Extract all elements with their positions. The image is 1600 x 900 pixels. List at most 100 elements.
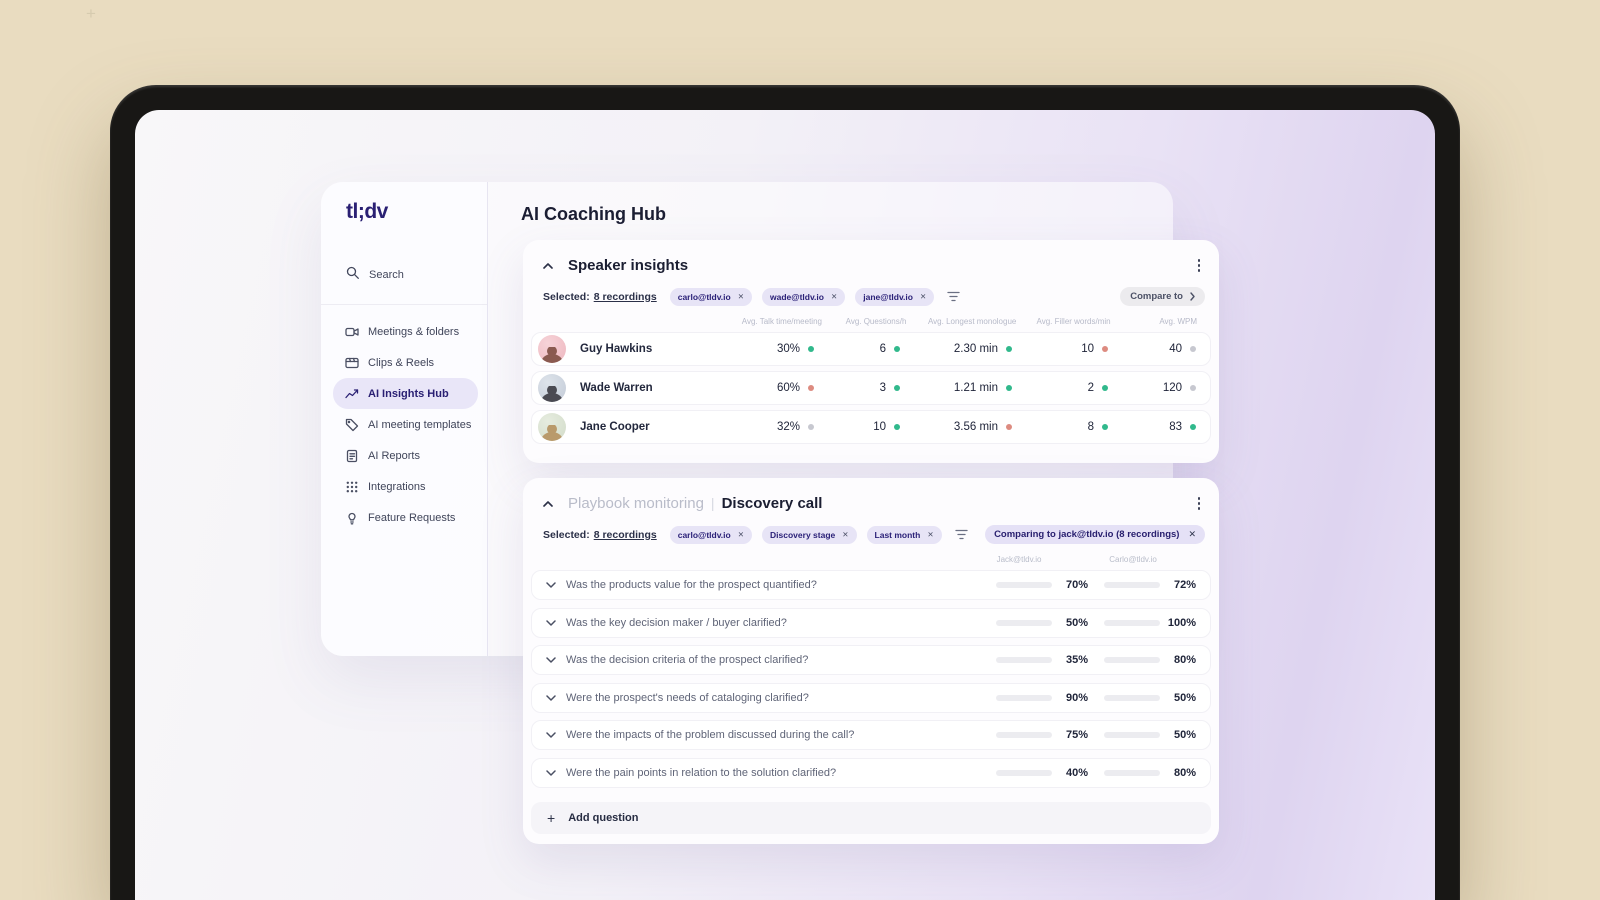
question-row[interactable]: Were the pain points in relation to the …: [531, 757, 1211, 788]
filter-lines-icon[interactable]: [954, 529, 968, 540]
filter-chip-jane[interactable]: jane@tldv.io ✕: [855, 287, 935, 306]
close-icon[interactable]: ✕: [927, 530, 933, 539]
playbook-question-rows: Was the products value for the prospect …: [531, 570, 1211, 795]
collapse-chevron-up-icon[interactable]: [543, 256, 553, 274]
playbook-filter-row: Selected: 8 recordings carlo@tldv.io ✕ Di…: [543, 525, 1205, 544]
speaker-column-headers: Avg. Talk time/meeting Avg. Questions/h …: [551, 317, 1197, 326]
chip-label: Last month: [874, 529, 921, 540]
selected-recordings-link[interactable]: 8 recordings: [594, 529, 657, 541]
close-icon[interactable]: ✕: [831, 292, 837, 301]
progress-bar-left: [996, 582, 1052, 588]
progress-bar-right: [1104, 769, 1160, 776]
speaker-insights-header: Speaker insights: [543, 256, 1205, 275]
metric-value: 2.30 min: [953, 343, 998, 355]
page-title: AI Coaching Hub: [521, 204, 666, 224]
kebab-menu-icon[interactable]: [1193, 494, 1206, 513]
filter-chip-discovery-stage[interactable]: Discovery stage ✕: [762, 525, 857, 544]
question-row[interactable]: Was the key decision maker / buyer clari…: [531, 607, 1211, 638]
table-row-wade-warren[interactable]: Wade Warren 60% 3 1.21 min 2 120: [531, 371, 1211, 405]
sidebar-item-label: Integrations: [368, 480, 426, 493]
progress-percent-left: 35%: [1065, 654, 1088, 666]
chip-label: wade@tldv.io: [770, 291, 824, 302]
question-row[interactable]: Were the prospect's needs of cataloging …: [531, 682, 1211, 713]
sidebar-item-label: AI Reports: [368, 449, 420, 462]
avatar: [538, 413, 566, 441]
search-label: Search: [369, 268, 404, 281]
chevron-down-icon: [546, 732, 556, 738]
speaker-name: Guy Hawkins: [580, 343, 653, 355]
video-camera-icon: [345, 325, 359, 339]
section-title-muted: Playbook monitoring: [568, 494, 704, 512]
question-row[interactable]: Was the products value for the prospect …: [531, 570, 1211, 600]
status-dot: [1190, 385, 1196, 391]
filter-chip-carlo[interactable]: carlo@tldv.io ✕: [669, 287, 753, 306]
playbook-monitoring-card: Playbook monitoring | Discovery call Sel…: [523, 478, 1219, 844]
speaker-rows: Guy Hawkins 30% 6 2.30 min 10 40 Wade Wa…: [531, 332, 1211, 449]
question-row[interactable]: Were the impacts of the problem discusse…: [531, 720, 1211, 750]
filter-chip-carlo[interactable]: carlo@tldv.io ✕: [669, 525, 753, 544]
metric-value: 10: [873, 421, 886, 433]
filter-chip-wade[interactable]: wade@tldv.io ✕: [762, 287, 846, 306]
selected-recordings-link[interactable]: 8 recordings: [594, 291, 657, 303]
close-icon[interactable]: ✕: [738, 292, 744, 301]
compare-to-label: Compare to: [1130, 291, 1183, 302]
grid-dots-icon: [345, 480, 359, 494]
comparing-label: Comparing to jack@tldv.io (8 recordings): [994, 529, 1180, 540]
chip-label: carlo@tldv.io: [677, 291, 731, 302]
sidebar-item-ai-insights-hub[interactable]: AI Insights Hub: [333, 378, 478, 409]
sidebar-item-meetings-folders[interactable]: Meetings & folders: [333, 316, 478, 347]
close-icon[interactable]: ✕: [1188, 529, 1196, 540]
progress-bar-left: [996, 769, 1052, 776]
progress-bar-right: [1104, 619, 1160, 626]
question-text: Were the impacts of the problem discusse…: [566, 729, 855, 741]
chevron-down-icon: [546, 582, 556, 588]
comparing-to-chip[interactable]: Comparing to jack@tldv.io (8 recordings)…: [985, 525, 1205, 544]
question-row[interactable]: Was the decision criteria of the prospec…: [531, 645, 1211, 675]
close-icon[interactable]: ✕: [842, 530, 848, 539]
speaker-insights-card: Speaker insights Selected: 8 recordings …: [523, 240, 1219, 463]
kebab-menu-icon[interactable]: [1193, 256, 1206, 275]
metric-value: 1.21 min: [953, 382, 998, 394]
filter-chip-last-month[interactable]: Last month ✕: [866, 525, 942, 544]
decorative-plus: +: [86, 4, 96, 23]
progress-percent-right: 80%: [1173, 654, 1196, 666]
progress-percent-left: 40%: [1065, 766, 1088, 779]
metric-value: 30%: [776, 343, 800, 355]
compare-to-button[interactable]: Compare to: [1120, 287, 1205, 306]
close-icon[interactable]: ✕: [920, 292, 926, 301]
progress-bar-right: [1104, 732, 1160, 738]
status-dot: [1190, 424, 1196, 430]
filter-lines-icon[interactable]: [947, 291, 960, 302]
status-dot: [1190, 346, 1196, 352]
search-input[interactable]: Search: [346, 266, 404, 283]
laptop-frame: tl;dv Search Meetings & folders Clips & …: [110, 85, 1460, 900]
add-question-button[interactable]: + Add question: [531, 802, 1211, 834]
trend-chart-icon: [345, 387, 359, 401]
question-text: Was the decision criteria of the prospec…: [566, 654, 809, 666]
table-row-jane-cooper[interactable]: Jane Cooper 32% 10 3.56 min 8 83: [531, 410, 1211, 444]
collapse-chevron-up-icon[interactable]: [543, 494, 553, 512]
close-icon[interactable]: ✕: [738, 530, 744, 539]
speaker-filter-row: Selected: 8 recordings carlo@tldv.io ✕ wa…: [543, 287, 1205, 306]
sidebar-item-ai-reports[interactable]: AI Reports: [333, 440, 478, 471]
progress-percent-left: 75%: [1065, 729, 1088, 741]
metric-value: 3: [879, 382, 886, 394]
search-icon: [346, 266, 360, 283]
chip-label: carlo@tldv.io: [677, 529, 731, 540]
report-icon: [345, 449, 359, 463]
progress-percent-left: 90%: [1065, 691, 1088, 704]
sidebar-item-clips-reels[interactable]: Clips & Reels: [333, 347, 478, 378]
playbook-name: Discovery call: [721, 494, 823, 512]
column-header: Avg. WPM: [1159, 317, 1197, 326]
progress-bar-right: [1104, 582, 1160, 588]
question-text: Were the pain points in relation to the …: [566, 766, 837, 779]
sidebar-item-integrations[interactable]: Integrations: [333, 471, 478, 502]
sidebar-item-label: AI meeting templates: [368, 418, 472, 431]
progress-percent-right: 50%: [1173, 691, 1196, 704]
metric-value: 120: [1162, 382, 1182, 394]
sidebar-item-feature-requests[interactable]: Feature Requests: [333, 502, 478, 533]
playbook-filter-chips: carlo@tldv.io ✕ Discovery stage ✕ Last mon…: [669, 525, 942, 544]
avatar: [538, 335, 566, 363]
sidebar-item-ai-meeting-templates[interactable]: AI meeting templates: [333, 409, 478, 440]
table-row-guy-hawkins[interactable]: Guy Hawkins 30% 6 2.30 min 10 40: [531, 332, 1211, 366]
